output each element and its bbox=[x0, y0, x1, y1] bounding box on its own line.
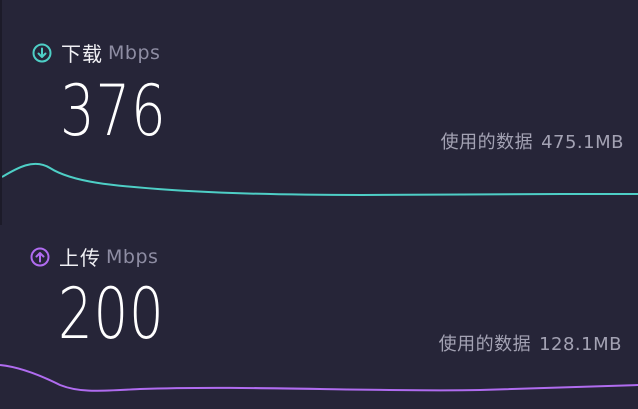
download-panel: 下载 Mbps 376 使用的数据 475.1MB bbox=[0, 0, 638, 225]
upload-data-used: 使用的数据 128.1MB bbox=[439, 330, 622, 356]
upload-unit: Mbps bbox=[106, 245, 159, 268]
upload-panel: 上传 Mbps 200 使用的数据 128.1MB bbox=[0, 225, 638, 409]
upload-label: 上传 bbox=[59, 246, 101, 270]
download-unit: Mbps bbox=[108, 41, 161, 64]
download-header: 下载 Mbps bbox=[32, 38, 160, 67]
arrow-up-circle-icon bbox=[30, 247, 50, 267]
upload-speed-graph bbox=[0, 364, 638, 392]
upload-usage-label: 使用的数据 bbox=[438, 334, 532, 355]
download-speed-graph bbox=[2, 162, 638, 197]
arrow-down-circle-icon bbox=[32, 43, 52, 63]
upload-header: 上传 Mbps bbox=[30, 242, 158, 271]
upload-speed-value: 200 bbox=[58, 273, 165, 355]
upload-usage-value: 128.1MB bbox=[539, 334, 622, 355]
download-speed-value: 376 bbox=[60, 70, 167, 152]
download-label: 下载 bbox=[61, 42, 103, 66]
